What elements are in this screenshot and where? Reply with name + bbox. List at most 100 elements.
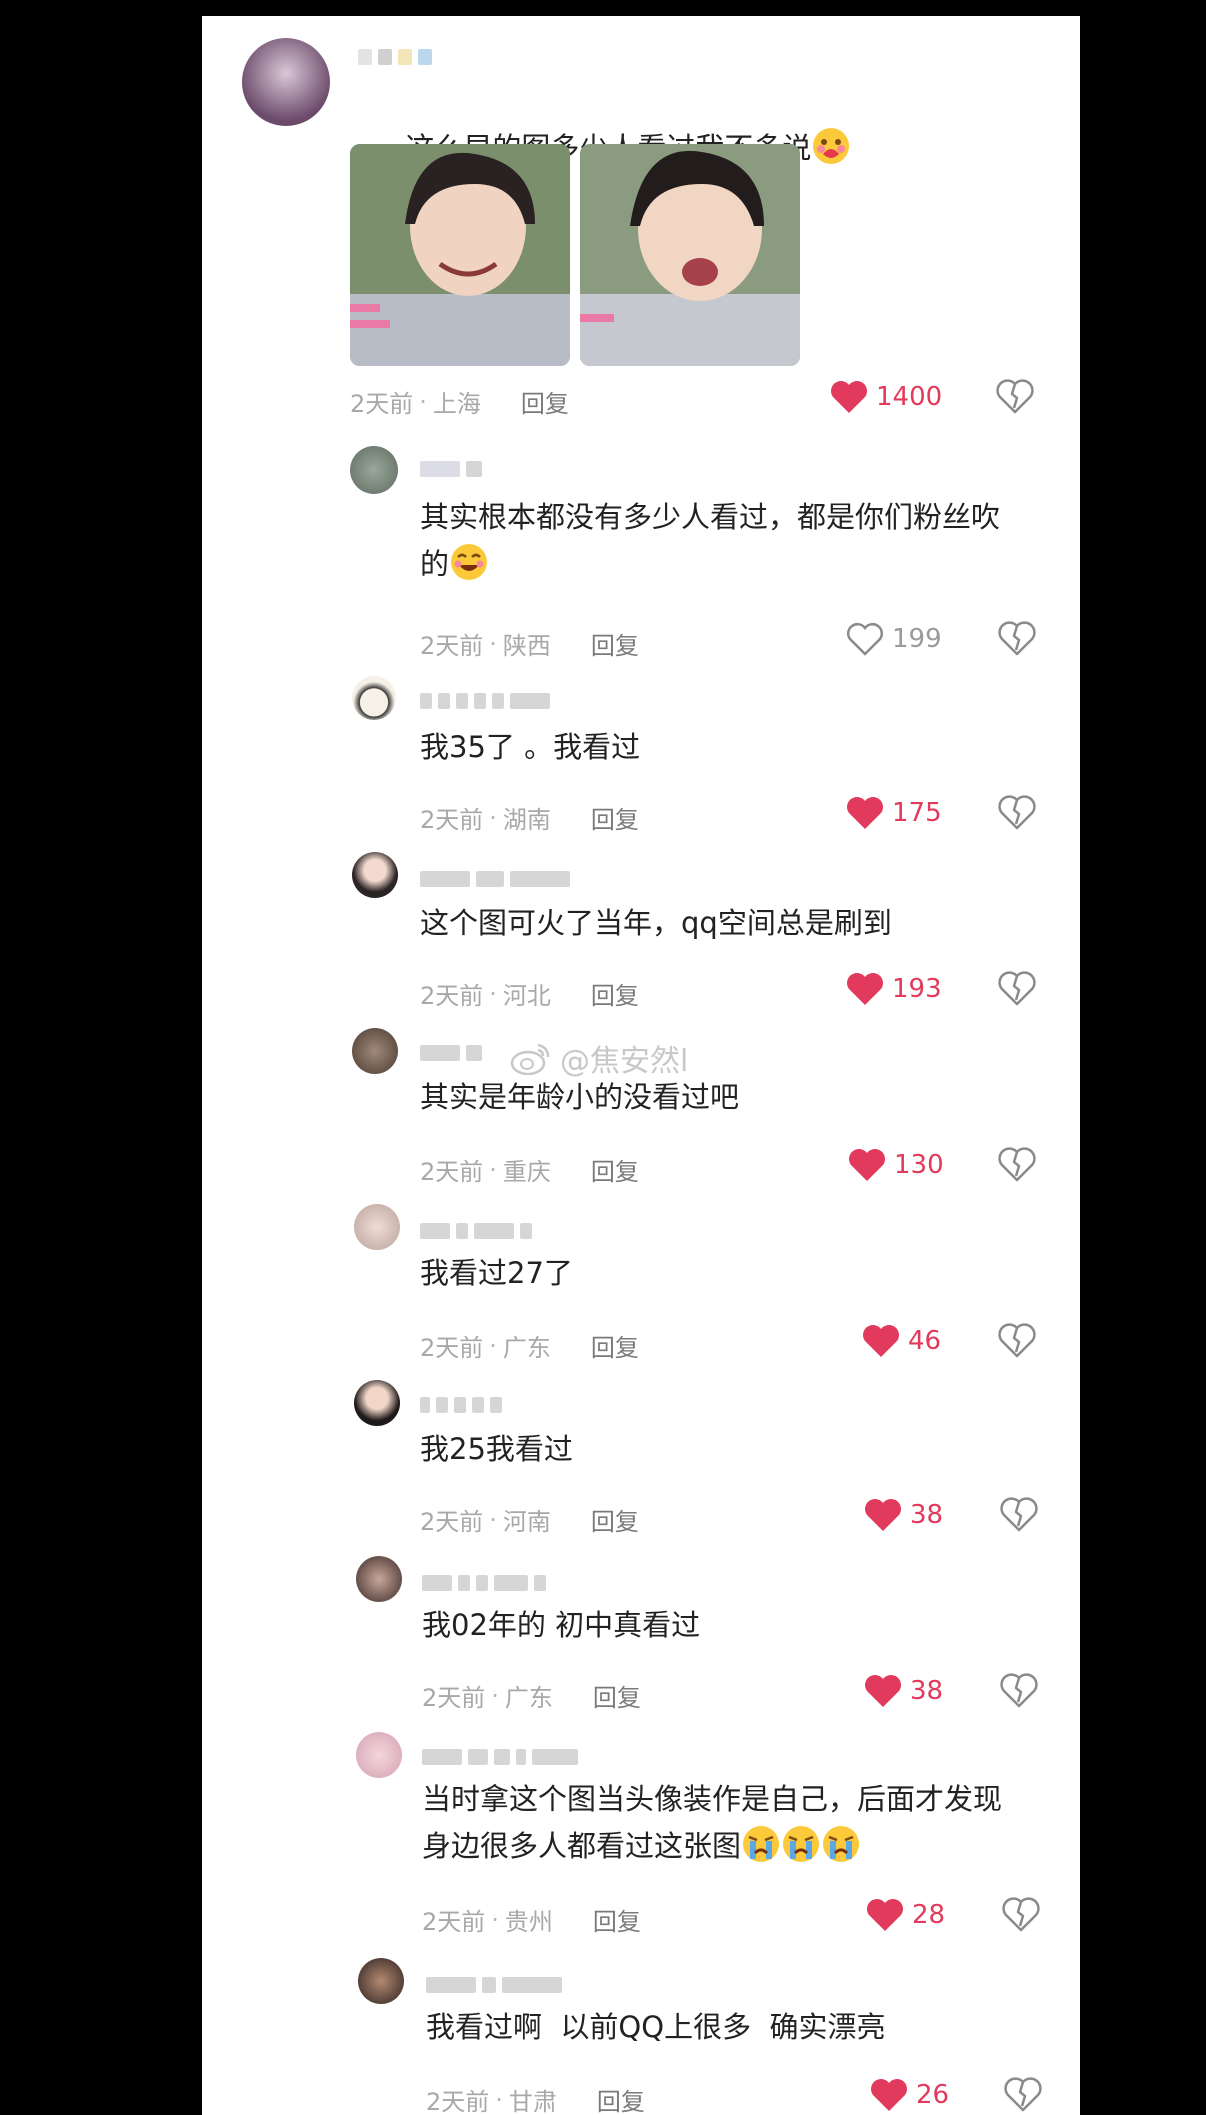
avatar[interactable] — [356, 1732, 402, 1778]
location: 重庆 — [502, 1158, 551, 1186]
broken-heart-icon[interactable] — [998, 1322, 1036, 1358]
reply-button[interactable]: 回复 — [521, 384, 569, 419]
heart-outline-icon — [847, 623, 883, 656]
username-blurred[interactable] — [358, 46, 432, 68]
like-button[interactable]: 26 — [870, 2078, 949, 2112]
timestamp: 2天前 — [422, 1908, 486, 1936]
reply-button[interactable]: 回复 — [591, 976, 639, 1011]
username-blurred[interactable] — [426, 1974, 562, 1996]
crying-emoji-icon — [743, 1826, 780, 1862]
heart-filled-icon — [847, 797, 883, 829]
username-blurred[interactable] — [420, 868, 570, 890]
comment-text: 我看过啊 以前QQ上很多 确实漂亮 — [426, 2010, 886, 2044]
photo-1[interactable] — [350, 144, 570, 366]
location: 河北 — [502, 982, 551, 1010]
like-count: 46 — [908, 1326, 942, 1356]
reply-button[interactable]: 回复 — [591, 1152, 639, 1187]
broken-heart-icon[interactable] — [998, 970, 1036, 1006]
timestamp: 2天前 — [420, 982, 484, 1010]
crying-emoji-icon — [783, 1826, 820, 1862]
like-button[interactable]: 193 — [846, 972, 942, 1006]
timestamp: 2天前 — [422, 1684, 486, 1712]
avatar[interactable] — [354, 1204, 400, 1250]
watermark-text: @焦安然l — [560, 1044, 689, 1079]
broken-heart-icon[interactable] — [998, 794, 1036, 830]
timestamp: 2天前 — [420, 632, 484, 660]
location: 湖南 — [502, 806, 551, 834]
like-button[interactable]: 38 — [864, 1498, 943, 1532]
avatar[interactable] — [352, 676, 396, 720]
reply-button[interactable]: 回复 — [591, 800, 639, 835]
comment-meta: 2天前 · 湖南 回复 — [420, 800, 639, 835]
like-count: 28 — [912, 1900, 946, 1930]
heart-filled-icon — [863, 1325, 899, 1357]
reply-button[interactable]: 回复 — [593, 1678, 641, 1713]
avatar[interactable] — [242, 38, 330, 126]
comment-meta: 2天前 · 广东 回复 — [420, 1328, 639, 1363]
weibo-logo-icon — [510, 1043, 550, 1075]
like-button[interactable]: 130 — [848, 1148, 944, 1182]
comment-text: 我02年的 初中真看过 — [422, 1608, 701, 1642]
username-blurred[interactable] — [420, 1394, 502, 1416]
username-blurred[interactable] — [420, 1042, 482, 1064]
username-blurred[interactable] — [422, 1746, 578, 1768]
comment-meta: 2天前 · 甘肃 回复 — [426, 2082, 645, 2115]
timestamp: 2天前 — [420, 1158, 484, 1186]
heart-filled-icon — [867, 1899, 903, 1931]
like-button[interactable]: 199 — [846, 622, 942, 656]
avatar[interactable] — [352, 852, 398, 898]
comment-text: 我35了 。我看过 — [420, 730, 641, 764]
like-button[interactable]: 28 — [866, 1898, 945, 1932]
location: 上海 — [432, 390, 481, 418]
photo-2[interactable] — [580, 144, 800, 366]
avatar[interactable] — [354, 1380, 400, 1426]
username-blurred[interactable] — [420, 1220, 532, 1242]
location: 陕西 — [502, 632, 551, 660]
smile-emoji-icon — [451, 544, 488, 580]
reply-button[interactable]: 回复 — [591, 1328, 639, 1363]
avatar[interactable] — [356, 1556, 402, 1602]
avatar[interactable] — [352, 1028, 398, 1074]
comment-meta: 2天前 · 河南 回复 — [420, 1502, 639, 1537]
timestamp: 2天前 — [420, 806, 484, 834]
reply-button[interactable]: 回复 — [597, 2082, 645, 2115]
location: 贵州 — [504, 1908, 553, 1936]
broken-heart-icon[interactable] — [1004, 2076, 1042, 2112]
reply-button[interactable]: 回复 — [593, 1902, 641, 1937]
broken-heart-icon[interactable] — [1000, 1496, 1038, 1532]
broken-heart-icon[interactable] — [998, 620, 1036, 656]
timestamp: 2天前 — [420, 1508, 484, 1536]
username-blurred[interactable] — [422, 1572, 546, 1594]
reply-button[interactable]: 回复 — [591, 626, 639, 661]
like-button[interactable]: 175 — [846, 796, 942, 830]
comment-text: 当时拿这个图当头像装作是自己，后面才发现 身边很多人都看过这张图 — [422, 1782, 1003, 1863]
timestamp: 2天前 — [426, 2088, 490, 2115]
username-blurred[interactable] — [420, 458, 482, 480]
like-count: 1400 — [876, 382, 943, 412]
avatar[interactable] — [350, 446, 398, 494]
location: 广东 — [502, 1334, 551, 1362]
broken-heart-icon[interactable] — [1002, 1896, 1040, 1932]
heart-filled-icon — [847, 973, 883, 1005]
avatar[interactable] — [358, 1958, 404, 2004]
like-button[interactable]: 46 — [862, 1324, 941, 1358]
broken-heart-icon[interactable] — [996, 378, 1034, 414]
like-count: 199 — [892, 624, 942, 654]
location: 广东 — [504, 1684, 553, 1712]
heart-filled-icon — [871, 2079, 907, 2111]
comment-meta: 2天前 · 重庆 回复 — [420, 1152, 639, 1187]
comment-text: 其实根本都没有多少人看过，都是你们粉丝吹 的 — [420, 500, 1001, 581]
location: 甘肃 — [508, 2088, 557, 2115]
weibo-watermark: @焦安然l — [510, 1036, 688, 1080]
timestamp: 2天前 — [420, 1334, 484, 1362]
crying-emoji-icon — [823, 1826, 860, 1862]
reply-button[interactable]: 回复 — [591, 1502, 639, 1537]
photo-row — [350, 144, 800, 366]
comment-meta: 2天前 · 河北 回复 — [420, 976, 639, 1011]
username-blurred[interactable] — [420, 690, 550, 712]
broken-heart-icon[interactable] — [1000, 1672, 1038, 1708]
like-button[interactable]: 38 — [864, 1674, 943, 1708]
like-button[interactable]: 1400 — [830, 380, 942, 414]
broken-heart-icon[interactable] — [998, 1146, 1036, 1182]
heart-filled-icon — [865, 1499, 901, 1531]
